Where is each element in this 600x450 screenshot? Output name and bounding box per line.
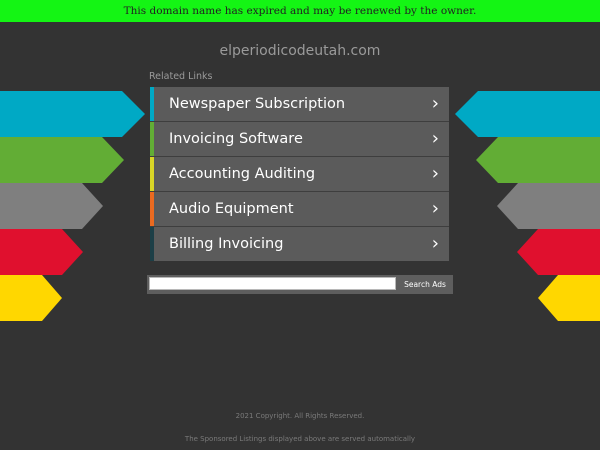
search-ads-button[interactable]: Search Ads: [399, 275, 451, 294]
right-arrow-red: [517, 229, 600, 275]
left-arrow-gray: [0, 183, 103, 229]
right-arrow-cyan: [455, 91, 600, 137]
right-arrow-green: [476, 137, 600, 183]
domain-name: elperiodicodeutah.com: [219, 43, 381, 59]
related-link-audio-equipment[interactable]: Audio Equipment ›: [150, 192, 449, 227]
link-accent-bar: [150, 122, 154, 156]
left-arrow-yellow: [0, 275, 62, 321]
search-input[interactable]: [149, 277, 396, 290]
related-link-billing-invoicing[interactable]: Billing Invoicing ›: [150, 227, 449, 261]
link-accent-bar: [150, 192, 154, 226]
expired-domain-banner: This domain name has expired and may be …: [0, 0, 600, 22]
related-links-list: Newspaper Subscription › Invoicing Softw…: [150, 87, 449, 262]
related-link-newspaper-subscription[interactable]: Newspaper Subscription ›: [150, 87, 449, 122]
right-arrow-yellow: [538, 275, 600, 321]
chevron-right-icon: ›: [431, 163, 439, 184]
link-label: Billing Invoicing: [169, 236, 284, 252]
related-link-accounting-auditing[interactable]: Accounting Auditing ›: [150, 157, 449, 192]
left-arrow-green: [0, 137, 124, 183]
sponsored-disclaimer: The Sponsored Listings displayed above a…: [184, 435, 416, 443]
link-accent-bar: [150, 157, 154, 191]
link-accent-bar: [150, 227, 154, 261]
left-arrow-red: [0, 229, 83, 275]
left-arrow-cyan: [0, 91, 145, 137]
chevron-right-icon: ›: [431, 93, 439, 114]
related-link-invoicing-software[interactable]: Invoicing Software ›: [150, 122, 449, 157]
chevron-right-icon: ›: [431, 198, 439, 219]
related-links-title: Related Links: [149, 71, 213, 82]
search-bar: Search Ads: [147, 275, 453, 294]
chevron-right-icon: ›: [431, 233, 439, 254]
link-label: Newspaper Subscription: [169, 96, 346, 112]
link-label: Audio Equipment: [169, 201, 294, 217]
chevron-right-icon: ›: [431, 128, 439, 149]
right-arrow-gray: [497, 183, 600, 229]
link-accent-bar: [150, 87, 154, 121]
link-label: Accounting Auditing: [169, 166, 316, 182]
copyright-text: 2021 Copyright. All Rights Reserved.: [235, 412, 365, 420]
link-label: Invoicing Software: [169, 131, 303, 147]
